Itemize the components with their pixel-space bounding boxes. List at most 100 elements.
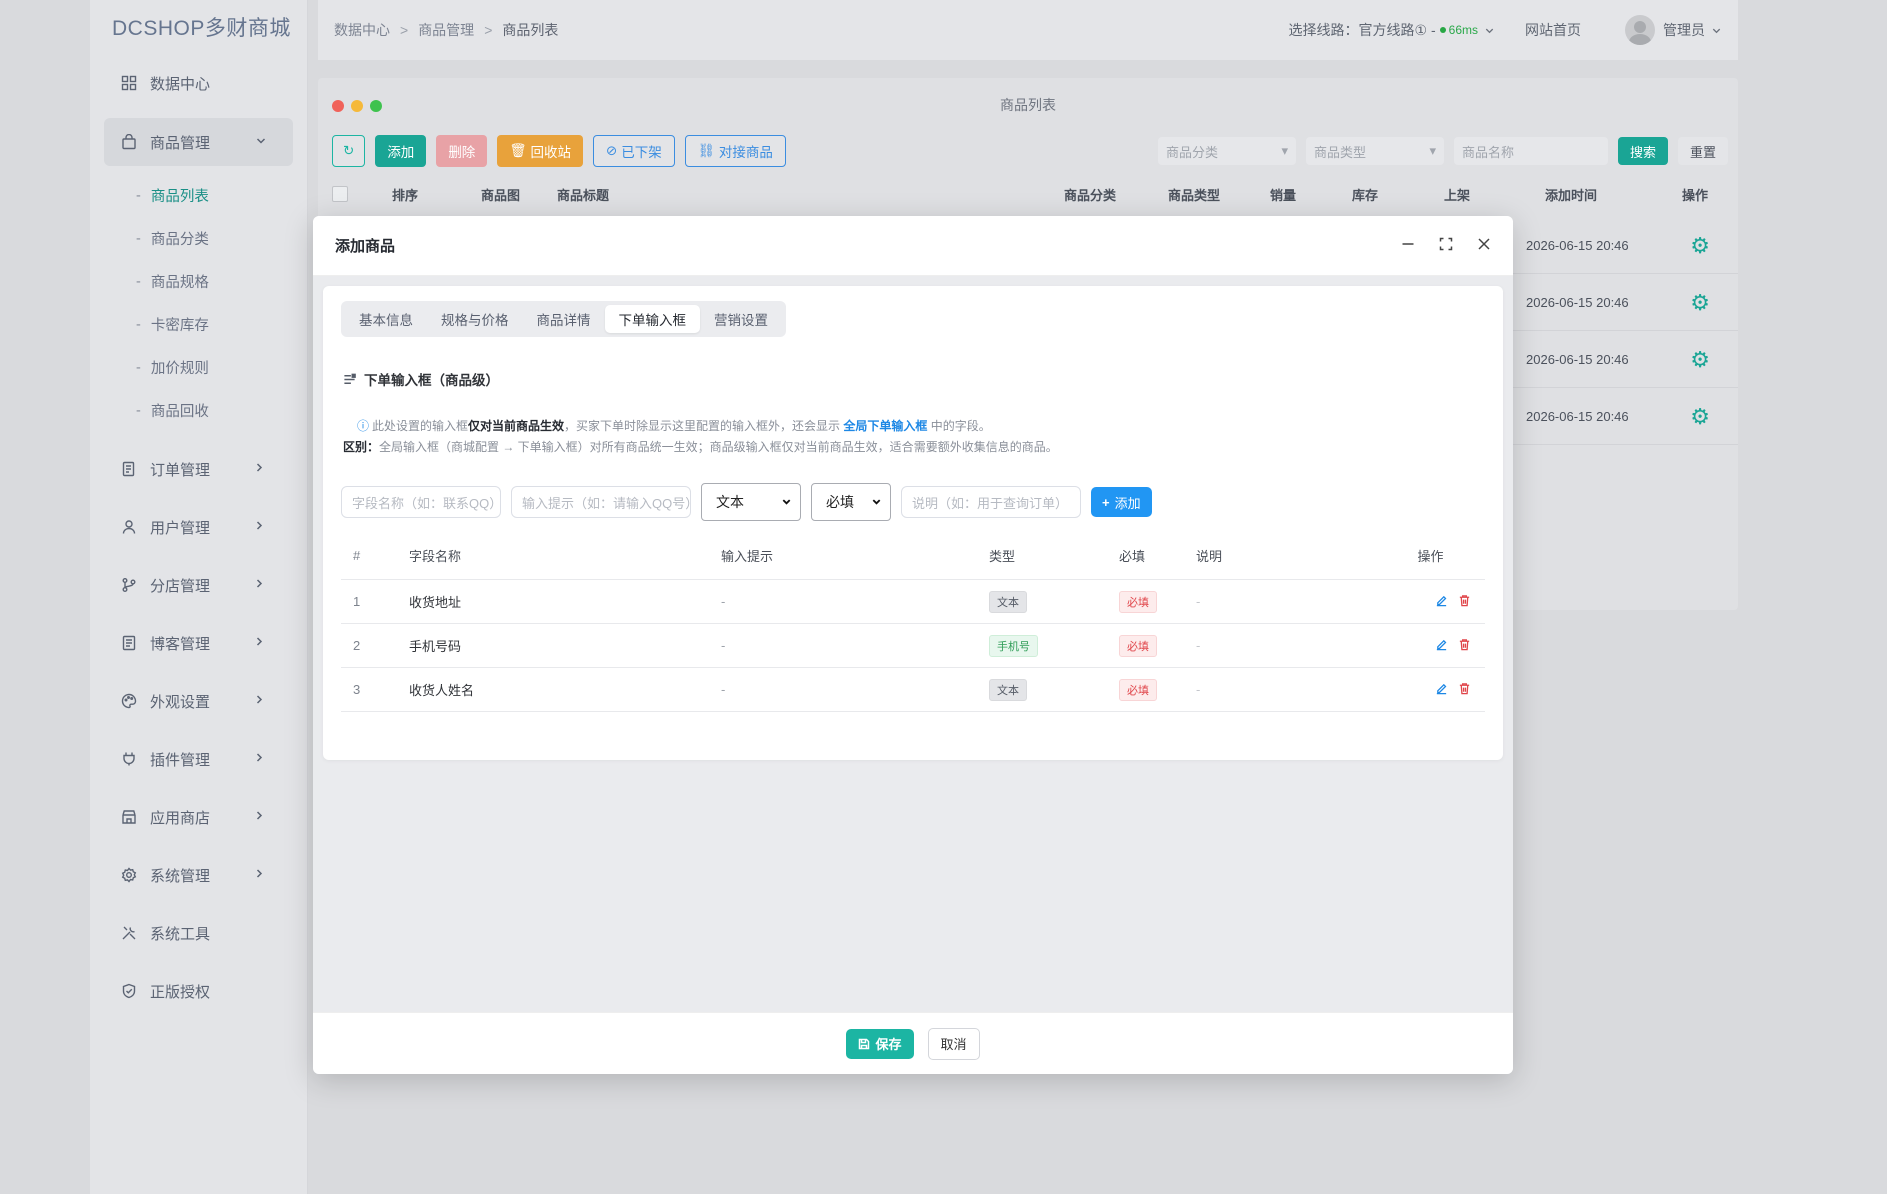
recycle-bin-button[interactable]: 🗑 回收站 [497,135,583,167]
table-header-row: # 字段名称 输入提示 类型 必填 说明 操作 [341,532,1485,580]
list-toolbar: ↻ 添加 删除 🗑 回收站 ⊘ 已下架 ⛓ 对接商品 [332,135,786,167]
settings-gear-icon[interactable]: ⚙ [1690,233,1710,259]
column-header: 上架 [1444,187,1471,203]
refresh-icon: ↻ [343,143,355,158]
sidebar-item-app-store[interactable]: 应用商店 [90,788,307,846]
sidebar-sub-card-stock[interactable]: - 卡密库存 [90,303,307,346]
field-name: 收货人姓名 [409,683,475,698]
minimize-icon[interactable] [1401,237,1415,254]
column-header: 商品类型 [1168,187,1221,203]
select-all-checkbox[interactable] [332,186,348,202]
store-icon [120,808,138,826]
sidebar-item-label: 外观设置 [150,693,211,711]
breadcrumb-item[interactable]: 商品管理 [418,20,474,40]
offline-products-button[interactable]: ⊘ 已下架 [592,135,675,167]
sidebar-item-branches[interactable]: 分店管理 [90,556,307,614]
sidebar-item-license[interactable]: 正版授权 [90,962,307,1020]
close-icon[interactable] [1477,237,1491,254]
edit-icon[interactable] [1435,682,1448,698]
tab-basic-info[interactable]: 基本信息 [345,305,427,333]
settings-gear-icon[interactable]: ⚙ [1690,347,1710,373]
column-header[interactable]: 销量 [1270,185,1296,204]
required-select[interactable]: 必填 [811,483,891,521]
delete-icon[interactable] [1458,682,1471,698]
column-header[interactable]: 库存 [1352,185,1378,204]
cancel-button[interactable]: 取消 [927,1027,980,1060]
type-filter[interactable]: 商品类型 ▾ [1305,137,1444,165]
row-number: 1 [353,594,361,609]
avatar[interactable] [1625,15,1655,45]
column-header[interactable]: 排序 [392,185,418,204]
save-button[interactable]: 保存 [846,1028,914,1059]
field-name-input[interactable]: 字段名称（如：联系QQ） [341,486,501,518]
delete-icon[interactable] [1458,638,1471,654]
tab-product-detail[interactable]: 商品详情 [523,305,605,333]
sidebar-item-tools[interactable]: 系统工具 [90,904,307,962]
sidebar-sub-markup-rules[interactable]: - 加价规则 [90,346,307,389]
field-hint: - [721,594,726,609]
fullscreen-icon[interactable] [1439,237,1453,254]
modal-tabs: 基本信息 规格与价格 商品详情 下单输入框 营销设置 [341,301,786,337]
user-icon [120,518,138,536]
sidebar-item-users[interactable]: 用户管理 [90,498,307,556]
sidebar-sub-product-category[interactable]: - 商品分类 [90,217,307,260]
table-row: 2026-06-15 20:46 ⚙ [1512,275,1738,331]
category-filter[interactable]: 商品分类 ▾ [1157,137,1296,165]
trash-icon: 🗑 [509,143,527,158]
sidebar-item-appearance[interactable]: 外观设置 [90,672,307,730]
refresh-button[interactable]: ↻ [332,135,366,167]
user-menu[interactable]: 管理员 [1663,20,1705,40]
table-row: 3 收货人姓名 - 文本 必填 - [341,668,1485,712]
topbar: 数据中心 > 商品管理 > 商品列表 选择线路：官方线路① - 66ms 网站首… [318,0,1738,60]
description-input[interactable]: 说明（如：用于查询订单） [901,486,1081,518]
route-selector[interactable]: 选择线路：官方线路① - 66ms [1289,20,1495,40]
add-product-button[interactable]: 添加 [375,135,427,167]
sidebar-item-label: 插件管理 [150,751,211,769]
chevron-right-icon [253,635,265,652]
dashboard-icon [120,74,138,92]
breadcrumb: 数据中心 > 商品管理 > 商品列表 [334,20,558,40]
settings-gear-icon[interactable]: ⚙ [1690,404,1710,430]
sidebar-sub-product-recycle[interactable]: - 商品回收 [90,389,307,432]
sidebar-item-products[interactable]: 商品管理 [104,118,293,166]
sidebar-sub-product-spec[interactable]: - 商品规格 [90,260,307,303]
search-button[interactable]: 搜索 [1617,137,1668,165]
delete-button[interactable]: 删除 [436,135,488,167]
column-header: 输入提示 [721,549,774,564]
added-time: 2026-06-15 20:46 [1526,409,1629,424]
sidebar-item-dashboard[interactable]: 数据中心 [90,54,307,112]
tab-spec-price[interactable]: 规格与价格 [427,305,523,333]
bag-icon [120,133,138,151]
sidebar-item-orders[interactable]: 订单管理 [90,440,307,498]
branch-icon [120,576,138,594]
edit-icon[interactable] [1435,638,1448,654]
column-header: 商品标题 [557,187,610,203]
settings-gear-icon[interactable]: ⚙ [1690,290,1710,316]
card-title: 商品列表 [1000,97,1056,113]
sidebar-item-plugins[interactable]: 插件管理 [90,730,307,788]
tab-marketing[interactable]: 营销设置 [700,305,782,333]
column-header: 操作 [1682,187,1709,203]
name-search-input[interactable]: 商品名称 [1453,137,1608,165]
input-hint-field[interactable]: 输入提示（如：请输入QQ号） [511,486,691,518]
sidebar-item-label: 数据中心 [150,75,211,93]
add-field-button[interactable]: + 添加 [1091,487,1152,517]
dock-products-button[interactable]: ⛓ 对接商品 [684,135,786,167]
field-type-select[interactable]: 文本 [701,483,801,521]
home-link[interactable]: 网站首页 [1525,20,1581,40]
sidebar-sub-product-list[interactable]: - 商品列表 [90,174,307,217]
delete-icon[interactable] [1458,594,1471,610]
sidebar-item-blog[interactable]: 博客管理 [90,614,307,672]
field-description: - [1196,682,1201,697]
latency-value: 66ms [1448,23,1478,37]
app-logo[interactable]: DCSHOP多财商城 [90,0,307,54]
edit-icon[interactable] [1435,594,1448,610]
sidebar-item-label: 分店管理 [150,577,211,595]
breadcrumb-item[interactable]: 数据中心 [334,20,390,40]
reset-button[interactable]: 重置 [1677,137,1728,165]
plus-icon: + [1102,494,1110,510]
global-inputs-link[interactable]: 全局下单输入框 [843,419,927,433]
sidebar-item-system[interactable]: 系统管理 [90,846,307,904]
tab-order-inputs[interactable]: 下单输入框 [604,305,700,333]
column-header[interactable]: 添加时间 [1545,185,1597,204]
